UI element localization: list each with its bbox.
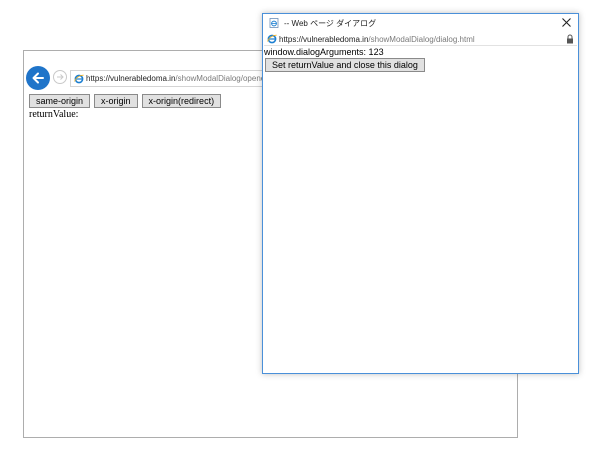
back-button[interactable] bbox=[26, 66, 50, 90]
dialog-titlebar[interactable]: -- Web ページ ダイアログ bbox=[263, 14, 578, 32]
opener-button-group: same-origin x-origin x-origin(redirect) bbox=[29, 94, 222, 108]
arrow-right-icon bbox=[57, 74, 64, 80]
arrow-left-icon bbox=[32, 72, 44, 84]
same-origin-button[interactable]: same-origin bbox=[29, 94, 91, 108]
ie-icon bbox=[74, 74, 84, 83]
return-value-label: returnValue: bbox=[29, 109, 79, 120]
opener-url-host: https://vulnerabledoma.in bbox=[86, 74, 176, 83]
set-return-value-button[interactable]: Set returnValue and close this dialog bbox=[265, 58, 425, 72]
ie-icon bbox=[267, 34, 277, 44]
close-icon[interactable] bbox=[561, 17, 572, 28]
dialog-url-host: https://vulnerabledoma.in bbox=[279, 34, 369, 44]
x-origin-redirect-button[interactable]: x-origin(redirect) bbox=[141, 94, 222, 108]
page-icon bbox=[269, 18, 279, 28]
dialog-title: -- Web ページ ダイアログ bbox=[284, 18, 377, 28]
dialog-address-bar: https://vulnerabledoma.in/showModalDialo… bbox=[264, 33, 577, 46]
dialog-arguments-text: window.dialogArguments: 123 bbox=[264, 47, 384, 57]
modal-dialog: -- Web ページ ダイアログ https://vulnerabledoma.… bbox=[262, 13, 579, 374]
forward-button[interactable] bbox=[53, 70, 67, 84]
dialog-url-path: /showModalDialog/dialog.html bbox=[368, 34, 475, 44]
x-origin-button[interactable]: x-origin bbox=[94, 94, 138, 108]
lock-icon bbox=[567, 34, 573, 44]
